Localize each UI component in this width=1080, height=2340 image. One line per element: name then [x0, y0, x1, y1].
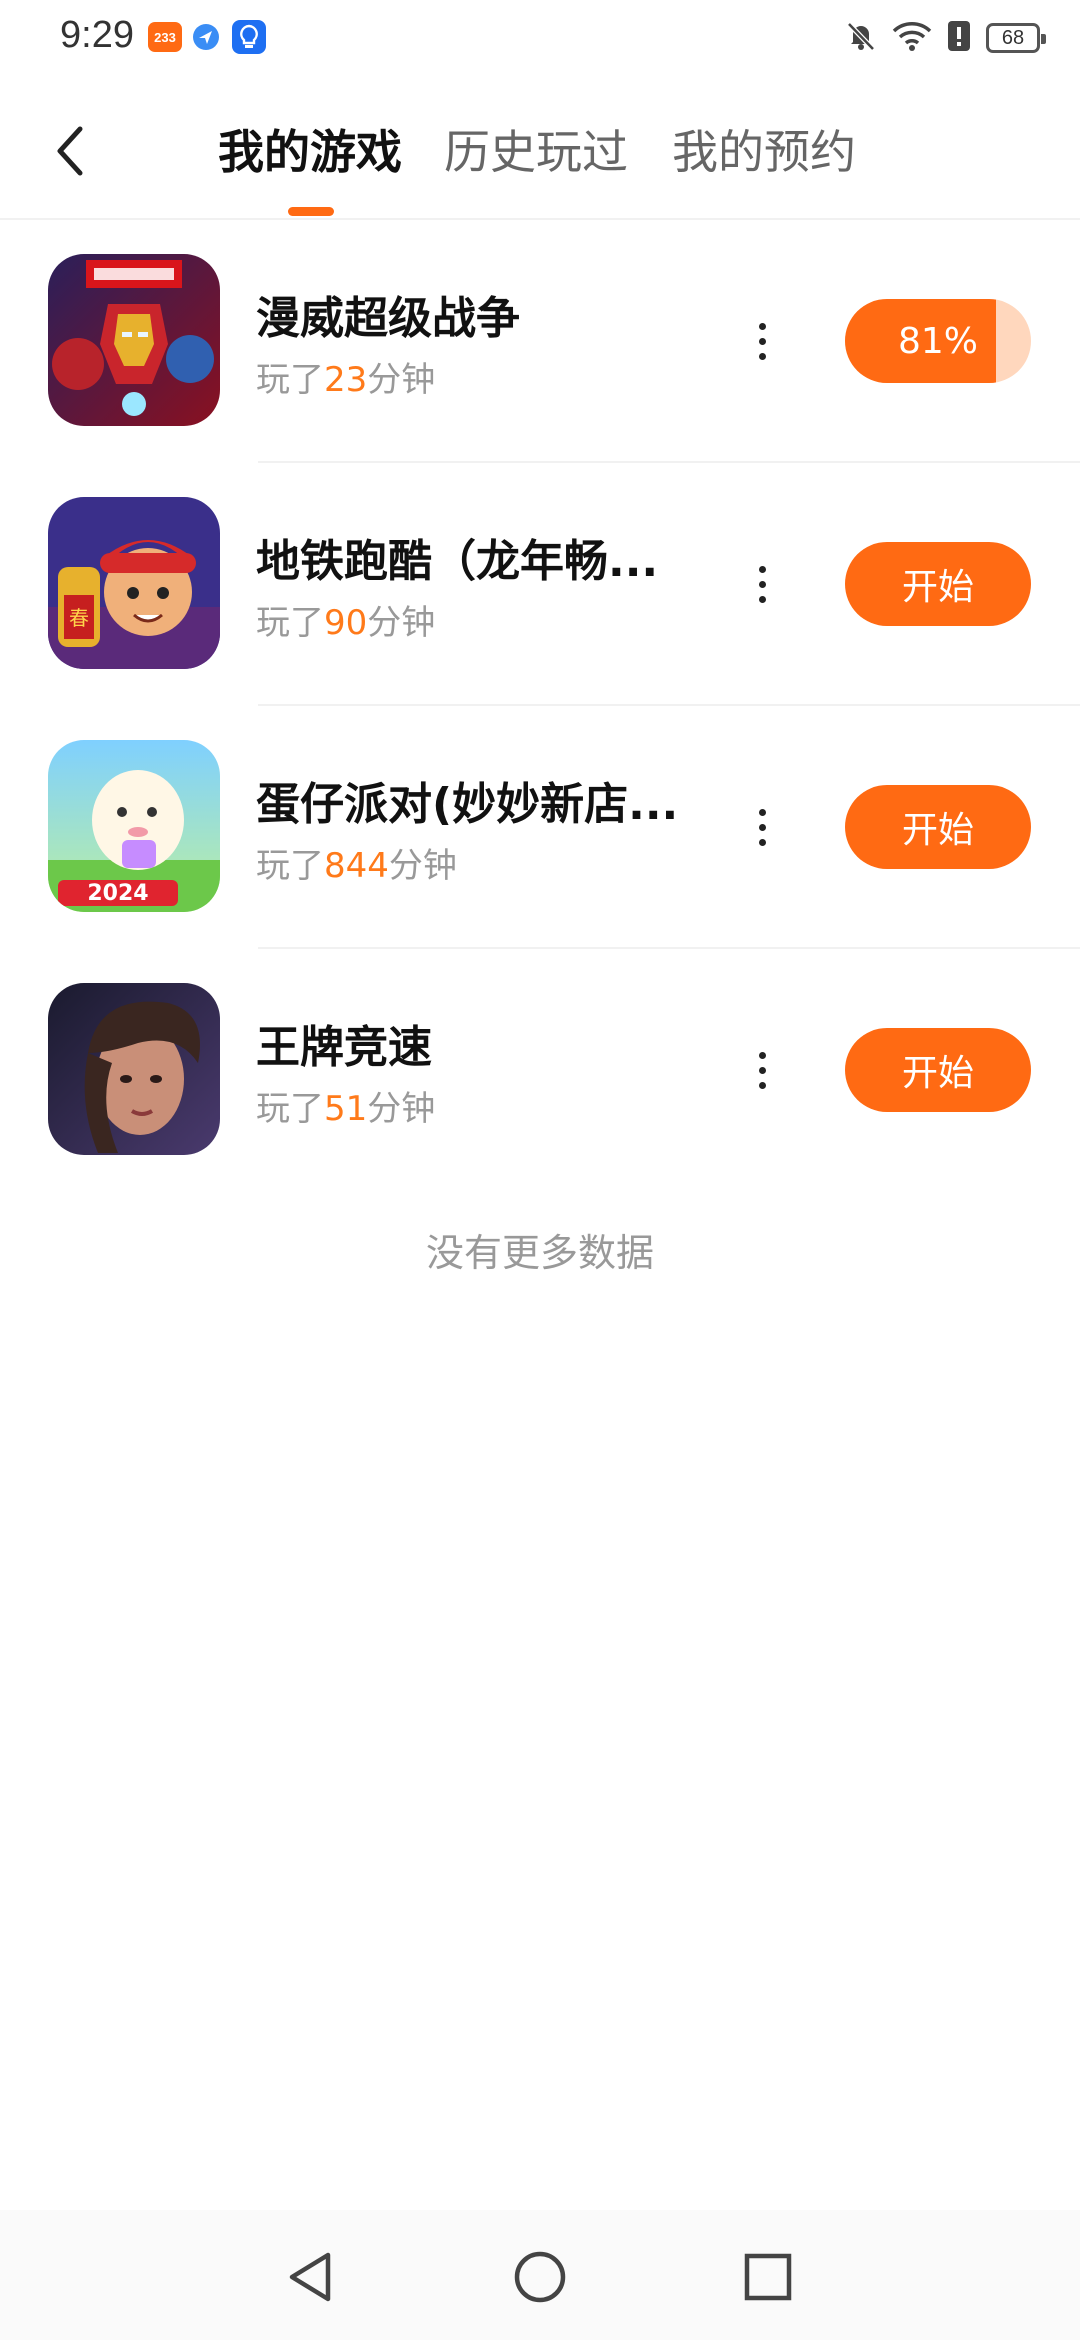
svg-text:2024: 2024 — [87, 881, 148, 906]
game-title: 王牌竞速 — [256, 1022, 432, 1073]
tab-my-games[interactable]: 我的游戏 — [218, 116, 402, 182]
play-minutes: 844 — [324, 846, 389, 886]
list-item[interactable]: 漫威超级战争 玩了23分钟 81% — [0, 220, 1080, 463]
battery-level: 68 — [1001, 26, 1025, 49]
more-options-button[interactable] — [740, 549, 784, 619]
play-time-prefix: 玩了 — [256, 1089, 324, 1129]
system-nav-bar — [0, 2210, 1080, 2340]
start-button[interactable]: 开始 — [845, 1028, 1031, 1112]
nav-back-button[interactable] — [274, 2242, 344, 2312]
start-button[interactable]: 开始 — [845, 785, 1031, 869]
app-233-icon: 233 — [148, 22, 182, 52]
tab-history-played[interactable]: 历史玩过 — [444, 116, 628, 182]
square-recents-icon — [744, 2253, 792, 2301]
no-more-data-text: 没有更多数据 — [425, 1231, 654, 1275]
play-time: 玩了844分钟 — [256, 838, 457, 887]
play-time-prefix: 玩了 — [256, 360, 324, 400]
status-icons: 68 — [844, 18, 1046, 58]
play-time: 玩了23分钟 — [256, 352, 435, 401]
list-item[interactable]: 2024 蛋仔派对(妙妙新店... 玩了844分钟 开始 — [0, 706, 1080, 949]
play-minutes: 51 — [324, 1089, 368, 1129]
svg-text:春: 春 — [69, 606, 89, 630]
eggy-party-icon[interactable]: 2024 — [48, 740, 220, 912]
play-time-prefix: 玩了 — [256, 846, 324, 886]
status-time: 9:29 — [60, 14, 134, 56]
list-item[interactable]: 王牌竞速 玩了51分钟 开始 — [0, 949, 1080, 1192]
nav-recents-button[interactable] — [733, 2242, 803, 2312]
game-list: 漫威超级战争 玩了23分钟 81% 春 地铁跑酷（龙年畅... 玩了90分钟 开… — [0, 220, 1080, 1192]
subway-surfers-icon[interactable]: 春 — [48, 497, 220, 669]
wifi-icon — [892, 19, 932, 57]
lightbulb-icon — [232, 20, 266, 54]
start-button[interactable]: 开始 — [845, 542, 1031, 626]
progress-label: 81% — [897, 320, 978, 362]
play-time: 玩了90分钟 — [256, 595, 435, 644]
battery-icon: 68 — [986, 23, 1046, 53]
active-tab-indicator — [288, 207, 334, 216]
status-bar: 9:29 233 68 — [0, 0, 1080, 76]
ace-racer-icon[interactable] — [48, 983, 220, 1155]
list-item[interactable]: 春 地铁跑酷（龙年畅... 玩了90分钟 开始 — [0, 463, 1080, 706]
blue-app-icon — [192, 23, 220, 51]
back-button[interactable] — [40, 116, 100, 186]
play-minutes: 90 — [324, 603, 368, 643]
play-time-suffix: 分钟 — [367, 1089, 436, 1129]
play-time-prefix: 玩了 — [256, 603, 324, 643]
play-minutes: 23 — [324, 360, 368, 400]
download-progress-button[interactable]: 81% — [845, 299, 1031, 383]
bell-muted-icon — [844, 19, 878, 57]
more-options-button[interactable] — [740, 792, 784, 862]
play-time-suffix: 分钟 — [388, 846, 457, 886]
alert-icon — [946, 19, 972, 57]
header: 我的游戏 历史玩过 我的预约 — [0, 76, 1080, 220]
triangle-back-icon — [289, 2252, 331, 2302]
back-arrow-icon — [57, 126, 83, 176]
game-title: 漫威超级战争 — [256, 293, 520, 344]
marvel-game-icon[interactable] — [48, 254, 220, 426]
nav-home-button[interactable] — [505, 2242, 575, 2312]
game-title: 蛋仔派对(妙妙新店... — [256, 779, 679, 830]
tab-my-reservations[interactable]: 我的预约 — [672, 116, 856, 182]
more-options-button[interactable] — [740, 1035, 784, 1105]
game-title: 地铁跑酷（龙年畅... — [256, 536, 659, 587]
play-time: 玩了51分钟 — [256, 1081, 435, 1130]
more-options-button[interactable] — [740, 306, 784, 376]
play-time-suffix: 分钟 — [367, 360, 436, 400]
circle-home-icon — [514, 2251, 566, 2303]
play-time-suffix: 分钟 — [367, 603, 436, 643]
